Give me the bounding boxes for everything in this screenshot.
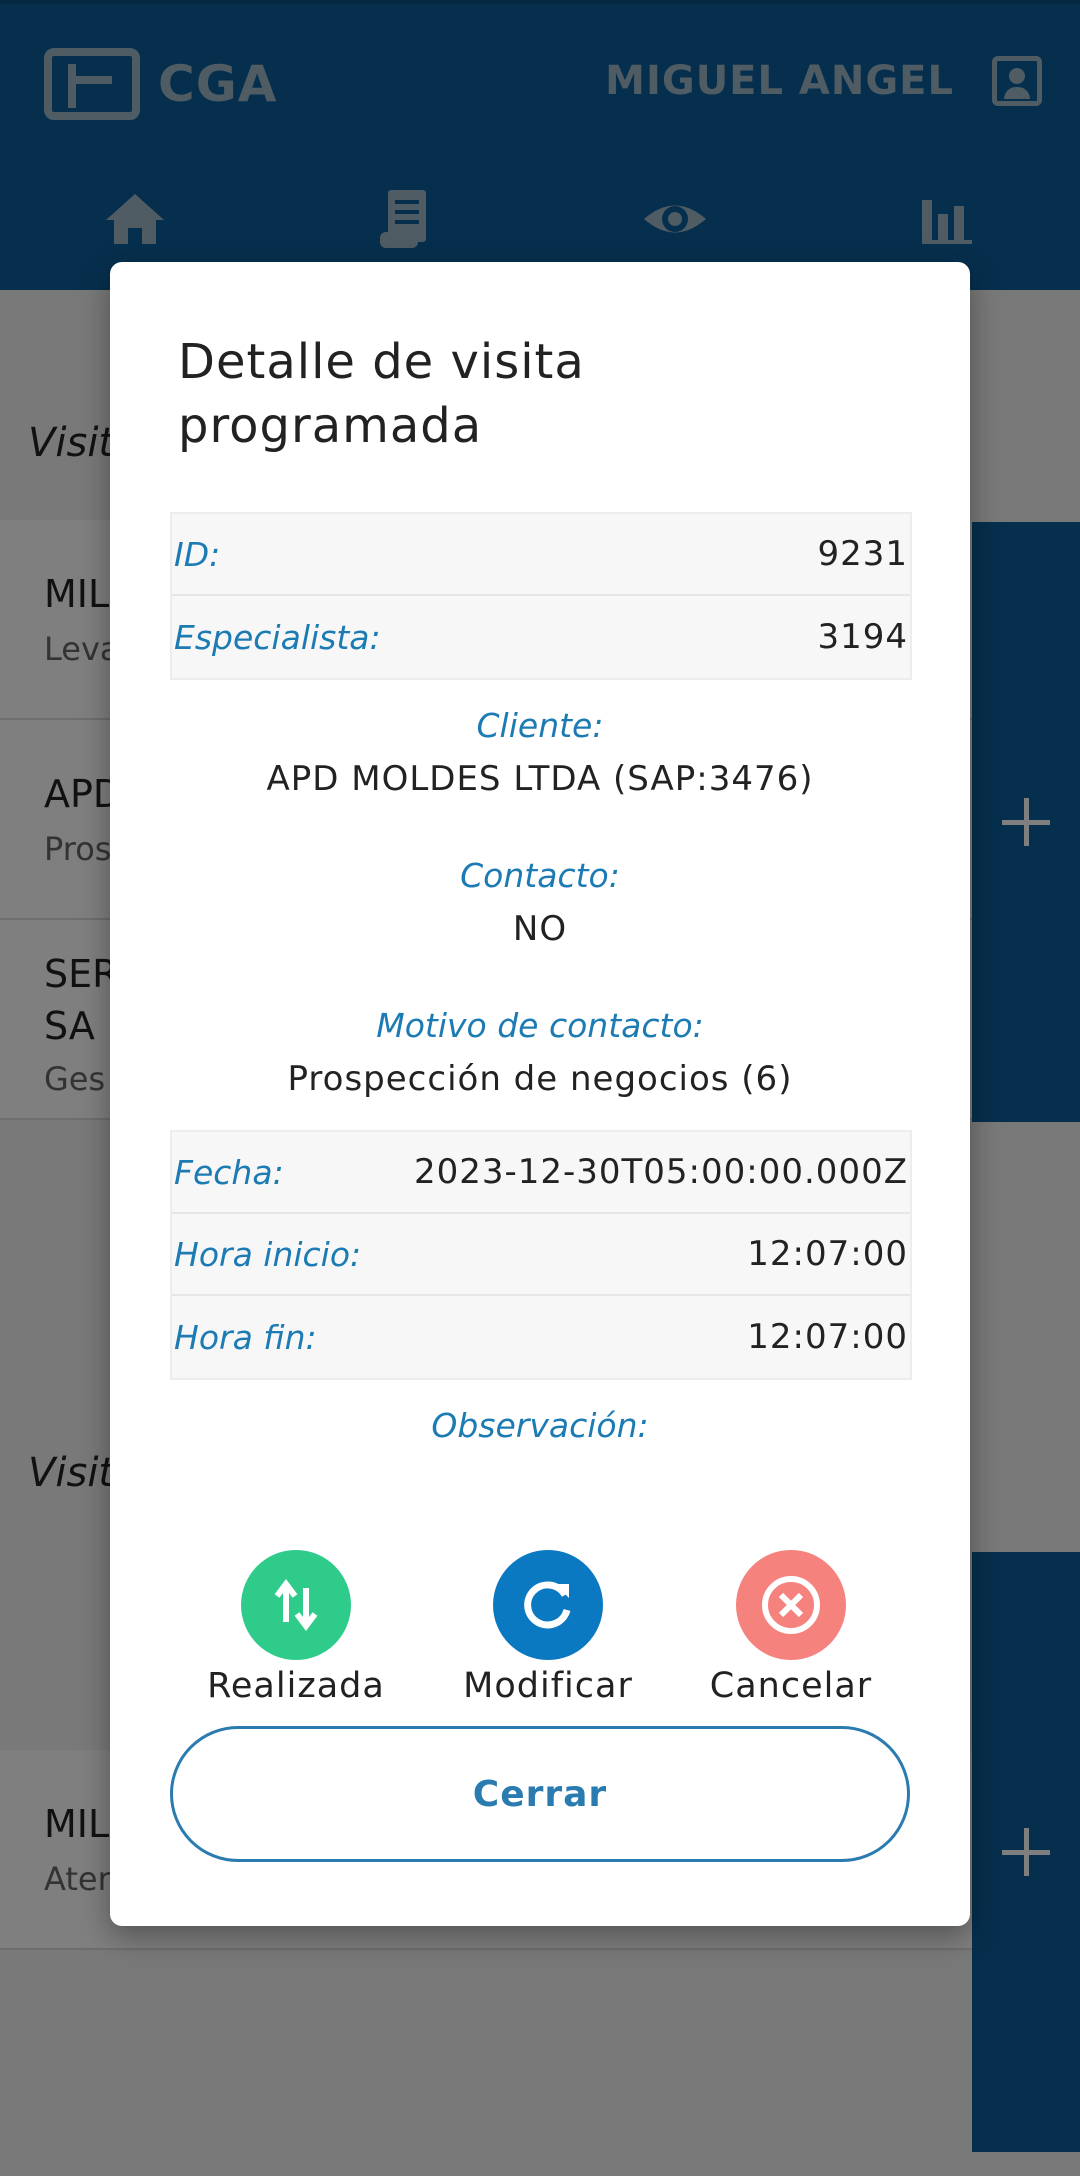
realizada-label: Realizada — [207, 1666, 385, 1706]
table-row: Especialista: 3194 — [172, 596, 910, 678]
hora-inicio-value: 12:07:00 — [747, 1234, 908, 1274]
cliente-block: Cliente: APD MOLDES LTDA (SAP:3476) — [110, 706, 970, 799]
visit-detail-modal: Detalle de visita programada ID: 9231 Es… — [110, 262, 970, 1926]
modificar-button[interactable]: Modificar — [438, 1550, 658, 1706]
table-row: Fecha: 2023-12-30T05:00:00.000Z — [172, 1132, 910, 1214]
cliente-label: Cliente: — [476, 706, 604, 745]
close-button[interactable]: Cerrar — [170, 1726, 910, 1862]
table-row: ID: 9231 — [172, 514, 910, 596]
modificar-label: Modificar — [463, 1666, 633, 1706]
table-row: Hora fin: 12:07:00 — [172, 1296, 910, 1378]
realizada-button[interactable]: Realizada — [186, 1550, 406, 1706]
time-table: Fecha: 2023-12-30T05:00:00.000Z Hora ini… — [170, 1130, 912, 1380]
cliente-value: APD MOLDES LTDA (SAP:3476) — [266, 759, 814, 799]
contacto-value: NO — [512, 909, 568, 949]
close-circle-icon[interactable] — [736, 1550, 846, 1660]
hora-fin-value: 12:07:00 — [747, 1317, 908, 1357]
id-value: 9231 — [817, 534, 908, 574]
observacion-block: Observación: — [110, 1406, 970, 1459]
hora-inicio-label: Hora inicio: — [174, 1234, 362, 1274]
hora-fin-label: Hora fin: — [174, 1317, 317, 1357]
motivo-block: Motivo de contacto: Prospección de negoc… — [110, 1006, 970, 1099]
cancelar-label: Cancelar — [709, 1666, 873, 1706]
especialista-value: 3194 — [817, 617, 908, 657]
observacion-label: Observación: — [431, 1406, 649, 1445]
cancelar-button[interactable]: Cancelar — [681, 1550, 901, 1706]
refresh-icon[interactable] — [493, 1550, 603, 1660]
id-label: ID: — [174, 534, 221, 574]
contacto-block: Contacto: NO — [110, 856, 970, 949]
fecha-value: 2023-12-30T05:00:00.000Z — [413, 1152, 908, 1192]
motivo-value: Prospección de negocios (6) — [287, 1059, 793, 1099]
contacto-label: Contacto: — [460, 856, 620, 895]
especialista-label: Especialista: — [174, 617, 381, 657]
id-table: ID: 9231 Especialista: 3194 — [170, 512, 912, 680]
modal-title: Detalle de visita programada — [178, 334, 585, 454]
table-row: Hora inicio: 12:07:00 — [172, 1214, 910, 1296]
motivo-label: Motivo de contacto: — [376, 1006, 704, 1045]
fecha-label: Fecha: — [174, 1152, 284, 1192]
swap-vertical-icon[interactable] — [241, 1550, 351, 1660]
